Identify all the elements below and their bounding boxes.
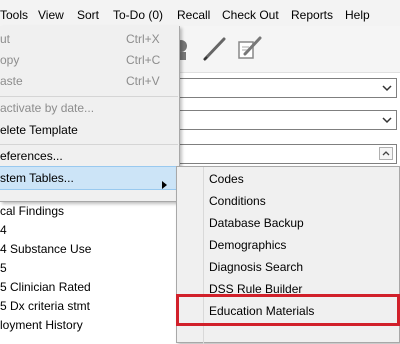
submenu-item-codes[interactable]: Codes bbox=[209, 172, 244, 186]
list-item[interactable]: 5 Clinician Rated bbox=[0, 280, 91, 294]
submenu-item-diagnosis-search[interactable]: Diagnosis Search bbox=[209, 260, 303, 274]
menu-tools[interactable]: Tools bbox=[0, 8, 28, 22]
menu-item-inactivate[interactable]: activate by date... bbox=[0, 97, 179, 119]
text-area-field[interactable] bbox=[179, 144, 397, 164]
scroll-up-button[interactable] bbox=[379, 147, 393, 160]
chevron-down-icon[interactable] bbox=[381, 81, 393, 95]
menu-item-label: aste bbox=[0, 74, 23, 88]
annotation-highlight-box bbox=[176, 294, 400, 326]
menu-help[interactable]: Help bbox=[345, 8, 370, 22]
edit-menu: ut Ctrl+X opy Ctrl+C aste Ctrl+V activat… bbox=[0, 26, 180, 202]
submenu-arrow-icon bbox=[162, 174, 168, 196]
menu-check-out[interactable]: Check Out bbox=[222, 8, 279, 22]
edit-pen-icon[interactable] bbox=[236, 34, 264, 62]
list-item[interactable]: cal Findings bbox=[0, 204, 64, 218]
menu-item-label: ut bbox=[0, 32, 11, 46]
menu-item-label: stem Tables... bbox=[0, 171, 74, 185]
menu-item-label: opy bbox=[0, 53, 20, 67]
shortcut-label: Ctrl+V bbox=[126, 74, 160, 88]
menu-item-label: elete Template bbox=[0, 123, 78, 137]
chevron-down-icon[interactable] bbox=[381, 113, 393, 127]
menu-item-paste[interactable]: aste Ctrl+V bbox=[0, 70, 179, 92]
menu-view[interactable]: View bbox=[38, 8, 64, 22]
list-item[interactable]: 4 Substance Use bbox=[0, 242, 91, 256]
menu-sort[interactable]: Sort bbox=[77, 8, 99, 22]
dropdown-field-1[interactable] bbox=[179, 78, 397, 98]
list-item[interactable]: loyment History bbox=[0, 318, 83, 332]
list-item[interactable]: 4 bbox=[0, 223, 7, 237]
menu-item-system-tables[interactable]: stem Tables... bbox=[0, 166, 179, 190]
shortcut-label: Ctrl+X bbox=[126, 32, 160, 46]
pen-icon[interactable] bbox=[202, 36, 228, 62]
menu-item-copy[interactable]: opy Ctrl+C bbox=[0, 49, 179, 71]
submenu-item-conditions[interactable]: Conditions bbox=[209, 194, 266, 208]
submenu-item-database-backup[interactable]: Database Backup bbox=[209, 216, 304, 230]
menu-reports[interactable]: Reports bbox=[291, 8, 333, 22]
menu-item-label: eferences... bbox=[0, 149, 63, 163]
menu-item-preferences[interactable]: eferences... bbox=[0, 145, 179, 167]
menu-recall[interactable]: Recall bbox=[177, 8, 210, 22]
toolbar-partial-icon[interactable] bbox=[174, 38, 188, 60]
menu-item-label: activate by date... bbox=[0, 101, 95, 115]
menu-item-cut[interactable]: ut Ctrl+X bbox=[0, 28, 179, 50]
menu-bar: Tools View Sort To-Do (0) Recall Check O… bbox=[0, 0, 400, 27]
menu-item-delete-template[interactable]: elete Template bbox=[0, 119, 179, 141]
toolbar bbox=[174, 26, 400, 73]
dropdown-field-2[interactable] bbox=[179, 110, 397, 130]
list-item[interactable]: 5 bbox=[0, 261, 7, 275]
menu-todo[interactable]: To-Do (0) bbox=[113, 8, 163, 22]
submenu-item-demographics[interactable]: Demographics bbox=[209, 238, 286, 252]
shortcut-label: Ctrl+C bbox=[126, 53, 161, 67]
list-item[interactable]: 5 Dx criteria stmt bbox=[0, 299, 90, 313]
